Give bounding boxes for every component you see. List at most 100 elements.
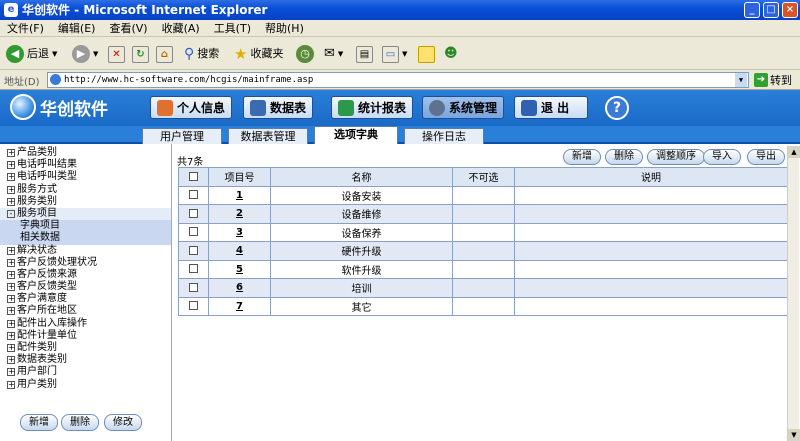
edit-page-icon: ▭ xyxy=(382,45,399,63)
address-input[interactable]: http://www.hc-software.com/hcgis/mainfra… xyxy=(47,72,749,88)
row-checkbox[interactable] xyxy=(189,282,198,292)
print-button[interactable]: ▤ xyxy=(356,43,373,65)
stop-button[interactable]: ✕ xyxy=(108,43,125,65)
back-label: 后退 xyxy=(27,47,49,60)
scroll-down-icon[interactable]: ▼ xyxy=(788,429,800,441)
delete-button[interactable]: 删除 xyxy=(605,149,643,165)
address-dropdown-icon[interactable]: ▼ xyxy=(735,73,747,87)
forward-button[interactable]: ▶ ▼ xyxy=(72,43,98,65)
table-row: 4 硬件升级 xyxy=(178,241,788,261)
tab-operation-log[interactable]: 操作日志 xyxy=(404,128,484,144)
tree-label: 电话呼叫类型 xyxy=(17,171,77,183)
add-button[interactable]: 新增 xyxy=(563,149,601,165)
menu-help[interactable]: 帮助(H) xyxy=(258,20,311,37)
tree-item[interactable]: + 配件类别 xyxy=(0,342,171,354)
expand-icon: + xyxy=(7,367,15,377)
tree-subitem-related-data[interactable]: 相关数据 xyxy=(0,232,171,245)
exit-icon xyxy=(521,99,537,116)
row-checkbox[interactable] xyxy=(189,208,198,218)
scroll-up-icon[interactable]: ▲ xyxy=(788,146,800,158)
tree-item[interactable]: + 客户所在地区 xyxy=(0,305,171,317)
close-button[interactable]: × xyxy=(782,2,798,18)
menu-edit[interactable]: 编辑(E) xyxy=(51,20,103,37)
tree-item[interactable]: + 数据表类别 xyxy=(0,354,171,366)
nav-label: 统计报表 xyxy=(358,101,407,115)
tree-item[interactable]: + 客户反馈来源 xyxy=(0,269,171,281)
tree-item[interactable]: + 客户反馈处理状况 xyxy=(0,257,171,269)
tree-item[interactable]: + 服务类别 xyxy=(0,196,171,208)
row-checkbox[interactable] xyxy=(189,190,198,200)
col-item-no: 项目号 xyxy=(208,167,271,187)
tree-label: 解决状态 xyxy=(17,244,57,256)
item-no-link[interactable]: 3 xyxy=(236,227,243,238)
menu-file[interactable]: 文件(F) xyxy=(0,20,51,37)
item-no-link[interactable]: 1 xyxy=(236,190,243,201)
tree-item[interactable]: + 用户类别 xyxy=(0,379,171,391)
row-check-cell xyxy=(178,278,209,298)
table-icon xyxy=(250,99,266,116)
go-button[interactable]: ➔ 转到 xyxy=(754,72,792,88)
tab-table-management[interactable]: 数据表管理 xyxy=(228,128,308,144)
item-no-link[interactable]: 4 xyxy=(236,245,243,256)
menu-tools[interactable]: 工具(T) xyxy=(207,20,258,37)
table-row: 6 培训 xyxy=(178,278,788,298)
sidebar-edit-button[interactable]: 修改 xyxy=(104,414,142,431)
tree-item[interactable]: + 解决状态 xyxy=(0,245,171,257)
favorites-button[interactable]: ★ 收藏夹 xyxy=(234,43,283,65)
menu-favorites[interactable]: 收藏(A) xyxy=(155,20,207,37)
row-checkbox[interactable] xyxy=(189,301,198,311)
unselectable-cell xyxy=(452,222,515,242)
export-button[interactable]: 导出 xyxy=(747,149,785,165)
collapse-icon: - xyxy=(7,209,15,218)
help-icon[interactable]: ? xyxy=(605,96,629,120)
vertical-scrollbar[interactable]: ▲ ▼ xyxy=(787,146,800,441)
minimize-button[interactable]: _ xyxy=(744,2,760,18)
back-button[interactable]: ◀ 后退 ▼ xyxy=(6,43,57,65)
import-button[interactable]: 导入 xyxy=(703,149,741,165)
maximize-button[interactable]: □ xyxy=(763,2,779,18)
row-checkbox[interactable] xyxy=(189,264,198,274)
item-no-link[interactable]: 6 xyxy=(236,282,243,293)
select-all-cell[interactable] xyxy=(178,167,209,187)
tree-item-service-items[interactable]: - 服务项目 xyxy=(0,207,171,221)
refresh-button[interactable]: ↻ xyxy=(132,43,149,65)
item-no-link[interactable]: 7 xyxy=(236,301,243,312)
messenger-button[interactable]: ☻ xyxy=(444,43,458,65)
home-button[interactable]: ⌂ xyxy=(156,43,173,65)
tree-item[interactable]: + 用户部门 xyxy=(0,366,171,378)
nav-logout[interactable]: 退 出 xyxy=(514,96,588,119)
nav-reports[interactable]: 统计报表 xyxy=(331,96,414,119)
sidebar-delete-button[interactable]: 删除 xyxy=(61,414,99,431)
tree-subitem-dictionary[interactable]: 字典项目 xyxy=(0,220,171,233)
reorder-button[interactable]: 调整顺序 xyxy=(647,149,705,165)
tab-user-management[interactable]: 用户管理 xyxy=(142,128,222,144)
tree-item[interactable]: + 客户满意度 xyxy=(0,293,171,305)
row-checkbox[interactable] xyxy=(189,245,198,255)
tree-item[interactable]: + 配件出入库操作 xyxy=(0,318,171,330)
menu-view[interactable]: 查看(V) xyxy=(102,20,154,37)
item-no-link[interactable]: 5 xyxy=(236,264,243,275)
nav-personal-info[interactable]: 个人信息 xyxy=(150,96,233,119)
tab-option-dictionary[interactable]: 选项字典 xyxy=(314,126,398,144)
edit-button[interactable]: ▭ ▼ xyxy=(382,43,407,65)
mail-button[interactable]: ✉ ▼ xyxy=(324,43,343,65)
sidebar-add-button[interactable]: 新增 xyxy=(20,414,58,431)
expand-icon: + xyxy=(7,257,15,267)
row-checkbox[interactable] xyxy=(189,227,198,237)
search-button[interactable]: ⚲ 搜索 xyxy=(184,43,219,65)
tree-item[interactable]: + 产品类别 xyxy=(0,147,171,159)
tree-item[interactable]: + 配件计量单位 xyxy=(0,330,171,342)
tree-item[interactable]: + 服务方式 xyxy=(0,184,171,196)
page-icon xyxy=(50,74,61,85)
expand-icon: + xyxy=(7,282,15,292)
history-button[interactable]: ◷ xyxy=(296,43,314,65)
tree-item[interactable]: + 电话呼叫类型 xyxy=(0,171,171,183)
tree-item[interactable]: + 客户反馈类型 xyxy=(0,281,171,293)
messenger-icon: ☻ xyxy=(444,46,458,61)
select-all-checkbox[interactable] xyxy=(189,171,198,181)
nav-system-admin[interactable]: 系统管理 xyxy=(422,96,505,119)
nav-data-tables[interactable]: 数据表 xyxy=(243,96,314,119)
tree-item[interactable]: + 电话呼叫结果 xyxy=(0,159,171,171)
item-no-link[interactable]: 2 xyxy=(236,208,243,219)
discuss-button[interactable] xyxy=(418,43,435,65)
